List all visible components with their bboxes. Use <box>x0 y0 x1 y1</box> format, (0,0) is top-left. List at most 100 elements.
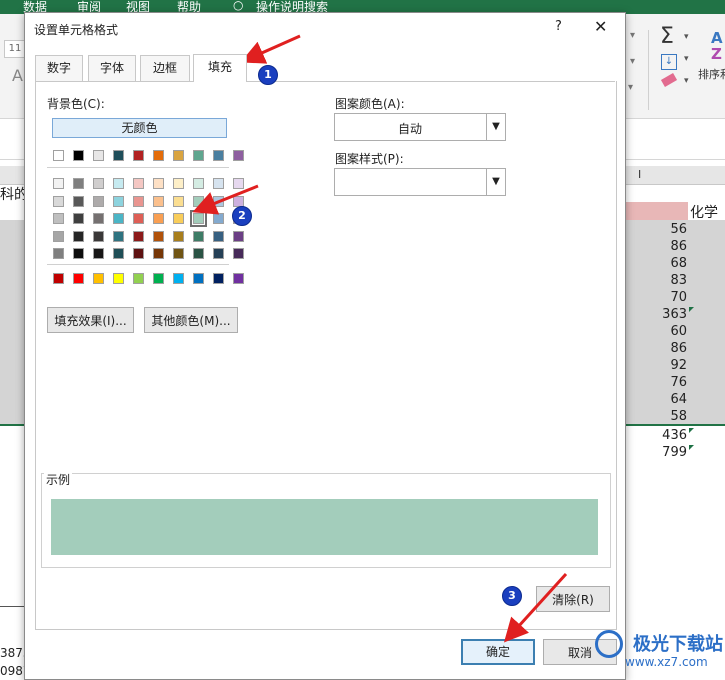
color-swatch[interactable] <box>53 195 64 207</box>
no-color-button[interactable]: 无颜色 <box>52 118 227 138</box>
color-swatch[interactable] <box>173 195 184 207</box>
eraser-icon[interactable] <box>660 73 678 87</box>
color-swatch[interactable] <box>193 230 204 242</box>
chevron-down-icon[interactable]: ▾ <box>684 54 689 64</box>
color-swatch[interactable] <box>193 178 204 189</box>
cell-value[interactable]: 86 <box>670 239 687 254</box>
color-swatch[interactable] <box>53 248 64 259</box>
cell-value[interactable]: 70 <box>670 290 687 305</box>
color-swatch[interactable] <box>173 178 184 189</box>
color-swatch[interactable] <box>153 213 164 224</box>
tab-number[interactable]: 数字 <box>35 55 83 81</box>
color-swatch[interactable] <box>73 178 84 189</box>
color-swatch[interactable] <box>113 248 124 259</box>
color-swatch[interactable] <box>133 178 144 189</box>
color-swatch[interactable] <box>73 195 84 207</box>
color-swatch[interactable] <box>93 150 104 161</box>
color-swatch[interactable] <box>73 213 84 224</box>
color-swatch[interactable] <box>133 195 144 207</box>
cell-value[interactable]: 92 <box>670 358 687 373</box>
cell-value[interactable]: 799 <box>662 445 687 460</box>
chevron-down-icon[interactable]: ▼ <box>486 169 505 195</box>
standard-color-swatch[interactable] <box>233 273 244 284</box>
standard-color-swatch[interactable] <box>173 273 184 284</box>
color-swatch[interactable] <box>213 178 224 189</box>
color-swatch[interactable] <box>153 248 164 259</box>
sort-filter-label[interactable]: 排序和 <box>698 66 725 82</box>
autosum-icon[interactable]: Σ <box>660 24 674 49</box>
color-swatch[interactable] <box>93 230 104 242</box>
chevron-down-icon[interactable]: ▾ <box>684 76 689 86</box>
color-swatch[interactable] <box>193 195 204 207</box>
color-swatch[interactable] <box>213 230 224 242</box>
standard-color-swatch[interactable] <box>193 273 204 284</box>
cell-value[interactable]: 436 <box>662 428 687 443</box>
color-swatch[interactable] <box>173 213 184 224</box>
color-swatch[interactable] <box>53 230 64 242</box>
color-swatch[interactable] <box>133 150 144 161</box>
color-swatch[interactable] <box>233 248 244 259</box>
standard-color-swatch[interactable] <box>113 273 124 284</box>
standard-color-swatch[interactable] <box>53 273 64 284</box>
cell-value[interactable]: 68 <box>670 256 687 271</box>
color-swatch[interactable] <box>153 150 164 161</box>
color-swatch[interactable] <box>93 213 104 224</box>
font-a-icon[interactable]: A <box>12 66 23 85</box>
color-swatch[interactable] <box>133 230 144 242</box>
pattern-style-dropdown[interactable]: ▼ <box>334 168 506 196</box>
cell-value[interactable]: 64 <box>670 392 687 407</box>
fill-down-icon[interactable]: ↓ <box>661 54 677 70</box>
pattern-color-dropdown[interactable]: 自动 ▼ <box>334 113 506 141</box>
cell-value[interactable]: 86 <box>670 341 687 356</box>
cell-value[interactable]: 56 <box>670 222 687 237</box>
cell-value[interactable]: 60 <box>670 324 687 339</box>
standard-color-swatch[interactable] <box>93 273 104 284</box>
clear-button[interactable]: 清除(R) <box>536 586 610 612</box>
cell-value[interactable]: 363 <box>662 307 687 322</box>
color-swatch[interactable] <box>93 195 104 207</box>
color-swatch[interactable] <box>193 150 204 161</box>
color-swatch[interactable] <box>53 213 64 224</box>
standard-color-swatch[interactable] <box>213 273 224 284</box>
fill-effects-button[interactable]: 填充效果(I)... <box>47 307 134 333</box>
color-swatch[interactable] <box>213 195 224 207</box>
color-swatch[interactable] <box>113 178 124 189</box>
color-swatch[interactable] <box>233 178 244 189</box>
dialog-titlebar[interactable]: 设置单元格格式 ? ✕ <box>25 13 625 45</box>
chevron-down-icon[interactable]: ▾ <box>630 30 635 41</box>
color-swatch[interactable] <box>213 150 224 161</box>
color-swatch[interactable] <box>113 195 124 207</box>
color-swatch[interactable] <box>213 213 224 224</box>
font-size-box[interactable]: 11 <box>4 40 26 58</box>
color-swatch[interactable] <box>133 248 144 259</box>
cell-value[interactable]: 58 <box>670 409 687 424</box>
column-header-i[interactable]: I <box>638 168 641 181</box>
color-swatch[interactable] <box>233 230 244 242</box>
color-swatch[interactable] <box>153 178 164 189</box>
tab-font[interactable]: 字体 <box>88 55 136 81</box>
color-swatch[interactable] <box>93 248 104 259</box>
color-swatch[interactable] <box>113 213 124 224</box>
color-swatch[interactable] <box>153 230 164 242</box>
chevron-down-icon[interactable]: ▼ <box>486 114 505 140</box>
color-swatch[interactable] <box>113 150 124 161</box>
color-swatch[interactable] <box>53 150 64 161</box>
color-swatch[interactable] <box>173 230 184 242</box>
more-colors-button[interactable]: 其他颜色(M)... <box>144 307 238 333</box>
color-swatch[interactable] <box>233 195 244 207</box>
color-swatch[interactable] <box>193 248 204 259</box>
chevron-down-icon[interactable]: ▾ <box>628 82 633 93</box>
color-swatch[interactable] <box>73 230 84 242</box>
chevron-down-icon[interactable]: ▾ <box>684 32 689 42</box>
standard-color-swatch[interactable] <box>73 273 84 284</box>
color-swatch[interactable] <box>173 248 184 259</box>
color-swatch[interactable] <box>73 248 84 259</box>
color-swatch[interactable] <box>233 150 244 161</box>
standard-color-swatch[interactable] <box>133 273 144 284</box>
color-swatch[interactable] <box>133 213 144 224</box>
tab-fill[interactable]: 填充 <box>193 54 247 82</box>
color-swatch[interactable] <box>153 195 164 207</box>
color-swatch[interactable] <box>93 178 104 189</box>
color-swatch[interactable] <box>73 150 84 161</box>
ok-button[interactable]: 确定 <box>461 639 535 665</box>
